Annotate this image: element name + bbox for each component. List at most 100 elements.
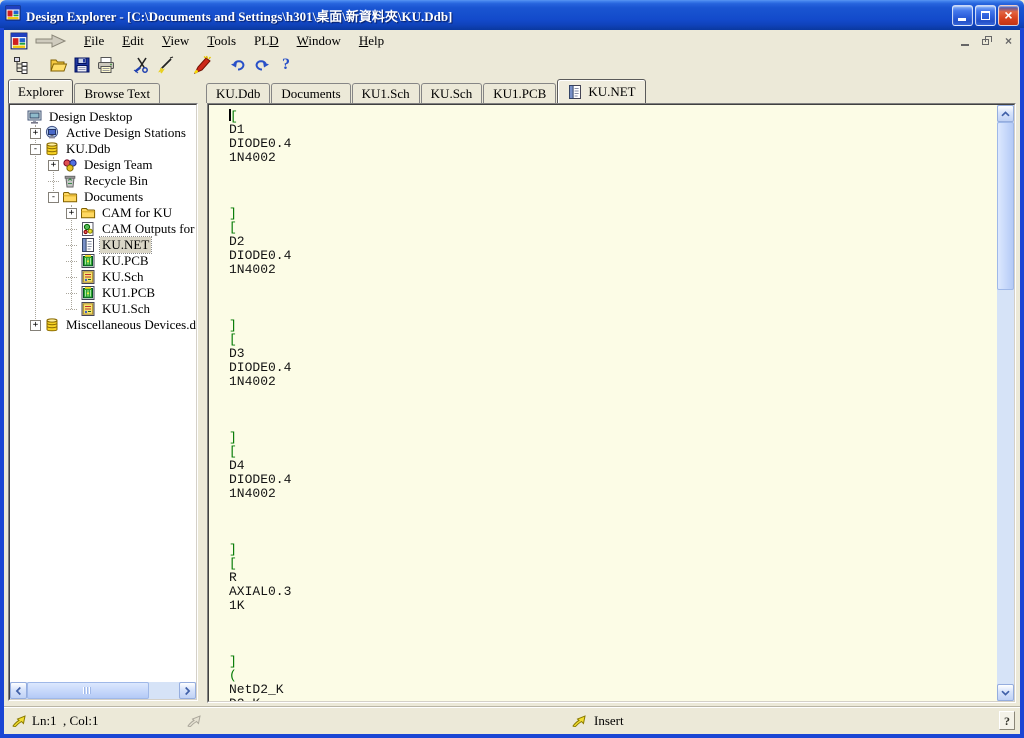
editor-line: [229, 389, 997, 403]
help-icon[interactable]: ?: [274, 53, 298, 77]
menu-window[interactable]: Window: [289, 31, 349, 51]
tree-item-active-design-stations[interactable]: + Active Design Stations: [10, 125, 196, 141]
tree-connector-stub: [48, 181, 59, 182]
design-tree[interactable]: Design Desktop + Active Design Stations - KU…: [10, 105, 196, 682]
chevron-up-icon: [1001, 111, 1010, 117]
tree-item-ku1-sch[interactable]: KU1.Sch: [10, 301, 196, 317]
editor-line: DIODE0.4: [229, 249, 997, 263]
editor-line: R: [229, 571, 997, 585]
doc-tab-ku1-sch[interactable]: KU1.Sch: [352, 83, 420, 103]
menu-edit[interactable]: Edit: [114, 31, 152, 51]
app-logo-icon: [5, 5, 21, 25]
expand-box[interactable]: +: [48, 160, 59, 171]
scroll-up-button[interactable]: [997, 105, 1014, 122]
doc-tab-ku-sch[interactable]: KU.Sch: [421, 83, 483, 103]
child-close-button[interactable]: ×: [1001, 35, 1016, 48]
editor-vertical-scrollbar[interactable]: [997, 105, 1014, 701]
scroll-right-button[interactable]: [179, 682, 196, 699]
tree-item-cam-outputs-for-ku[interactable]: CAM Outputs for KU: [10, 221, 196, 237]
tree-item-ku-net[interactable]: KU.NET: [10, 237, 196, 253]
scrollbar-thumb[interactable]: [997, 122, 1014, 290]
maximize-button[interactable]: [975, 5, 996, 26]
editor-line: [229, 627, 997, 641]
toolbar: ?: [4, 52, 1020, 78]
menu-pld[interactable]: PLD: [246, 31, 287, 51]
tab-browse-text[interactable]: Browse Text: [74, 83, 160, 103]
menu-file[interactable]: File: [76, 31, 112, 51]
doc-tab-ku1-pcb[interactable]: KU1.PCB: [483, 83, 556, 103]
editor-line: [229, 515, 997, 529]
editor-line: D3: [229, 347, 997, 361]
editor-line: DIODE0.4: [229, 137, 997, 151]
tab-label: KU.Ddb: [216, 86, 260, 102]
menu-tools[interactable]: Tools: [199, 31, 244, 51]
menu-help[interactable]: Help: [351, 31, 392, 51]
tree-item-documents[interactable]: -Documents: [10, 189, 196, 205]
open-document-icon[interactable]: [46, 53, 70, 77]
wiring-tool-icon[interactable]: [154, 53, 178, 77]
doc-tab-ku-ddb[interactable]: KU.Ddb: [206, 83, 270, 103]
tree-item-ku-sch[interactable]: KU.Sch: [10, 269, 196, 285]
scroll-down-button[interactable]: [997, 684, 1014, 701]
save-icon[interactable]: [70, 53, 94, 77]
status-arrow-icon: [572, 707, 587, 734]
tree-item-ku-pcb[interactable]: KU.PCB: [10, 253, 196, 269]
undo-icon[interactable]: [226, 53, 250, 77]
expand-box[interactable]: +: [66, 208, 77, 219]
menu-view[interactable]: View: [154, 31, 197, 51]
scrollbar-thumb[interactable]: [27, 682, 149, 699]
tree-item-cam-for-ku[interactable]: +CAM for KU: [10, 205, 196, 221]
editor-line: 1N4002: [229, 151, 997, 165]
collapse-box[interactable]: -: [30, 144, 41, 155]
cut-icon[interactable]: [130, 53, 154, 77]
tree-item-design-desktop[interactable]: Design Desktop: [10, 109, 196, 125]
netlist-text-editor[interactable]: [D1DIODE0.41N4002][D2DIODE0.41N4002][D3D…: [209, 105, 997, 701]
child-minimize-icon: [961, 44, 969, 46]
window-border-right: [1020, 28, 1024, 738]
tab-explorer[interactable]: Explorer: [8, 79, 73, 103]
menu-bar: FileEditViewToolsPLDWindowHelp ×: [4, 30, 1020, 52]
database-icon: [44, 141, 60, 157]
text-caret: [229, 109, 231, 121]
tree-item-label: KU.Ddb: [64, 141, 112, 157]
minimize-button[interactable]: [952, 5, 973, 26]
tree-item-recycle-bin[interactable]: Recycle Bin: [10, 173, 196, 189]
desktop-icon: [27, 109, 43, 125]
document-pulldown-arrow-icon[interactable]: [34, 33, 68, 49]
editor-line: [229, 613, 997, 627]
doc-tab-documents[interactable]: Documents: [271, 83, 350, 103]
recycle-icon: [62, 173, 78, 189]
team-icon: [62, 157, 78, 173]
panel-tabs: ExplorerBrowse Text: [8, 79, 161, 103]
close-button[interactable]: ×: [998, 5, 1019, 26]
draw-tool-icon[interactable]: [190, 53, 214, 77]
tree-item-label: Active Design Stations: [64, 125, 188, 141]
tree-item-design-team[interactable]: +Design Team: [10, 157, 196, 173]
collapse-box[interactable]: -: [48, 192, 59, 203]
tree-horizontal-scrollbar[interactable]: [10, 682, 196, 699]
close-icon: ×: [1004, 8, 1012, 22]
child-restore-button[interactable]: [980, 35, 995, 48]
scroll-left-button[interactable]: [10, 682, 27, 699]
editor-line: AXIAL0.3: [229, 585, 997, 599]
tree-item-miscellaneous-devices-ddb[interactable]: +Miscellaneous Devices.ddb: [10, 317, 196, 333]
tab-label: Documents: [281, 86, 340, 102]
pcbdoc-icon: [80, 253, 96, 269]
child-minimize-button[interactable]: [959, 35, 974, 48]
status-help-button[interactable]: ?: [999, 711, 1015, 730]
menu-items: FileEditViewToolsPLDWindowHelp: [76, 33, 394, 49]
expand-box[interactable]: +: [30, 320, 41, 331]
editor-line: D1: [229, 123, 997, 137]
expand-box[interactable]: +: [30, 128, 41, 139]
redo-icon[interactable]: [250, 53, 274, 77]
insert-mode-indicator: Insert: [594, 707, 624, 734]
editor-line: [229, 529, 997, 543]
explorer-panel-toggle-icon[interactable]: [10, 53, 34, 77]
print-icon[interactable]: [94, 53, 118, 77]
editor-line: [: [229, 221, 997, 235]
tree-item-ku-ddb[interactable]: - KU.Ddb: [10, 141, 196, 157]
tree-item-ku1-pcb[interactable]: KU1.PCB: [10, 285, 196, 301]
title-bar: Design Explorer - [C:\Documents and Sett…: [0, 0, 1024, 30]
doc-tab-ku-net[interactable]: KU.NET: [557, 79, 645, 103]
editor-line: [229, 193, 997, 207]
